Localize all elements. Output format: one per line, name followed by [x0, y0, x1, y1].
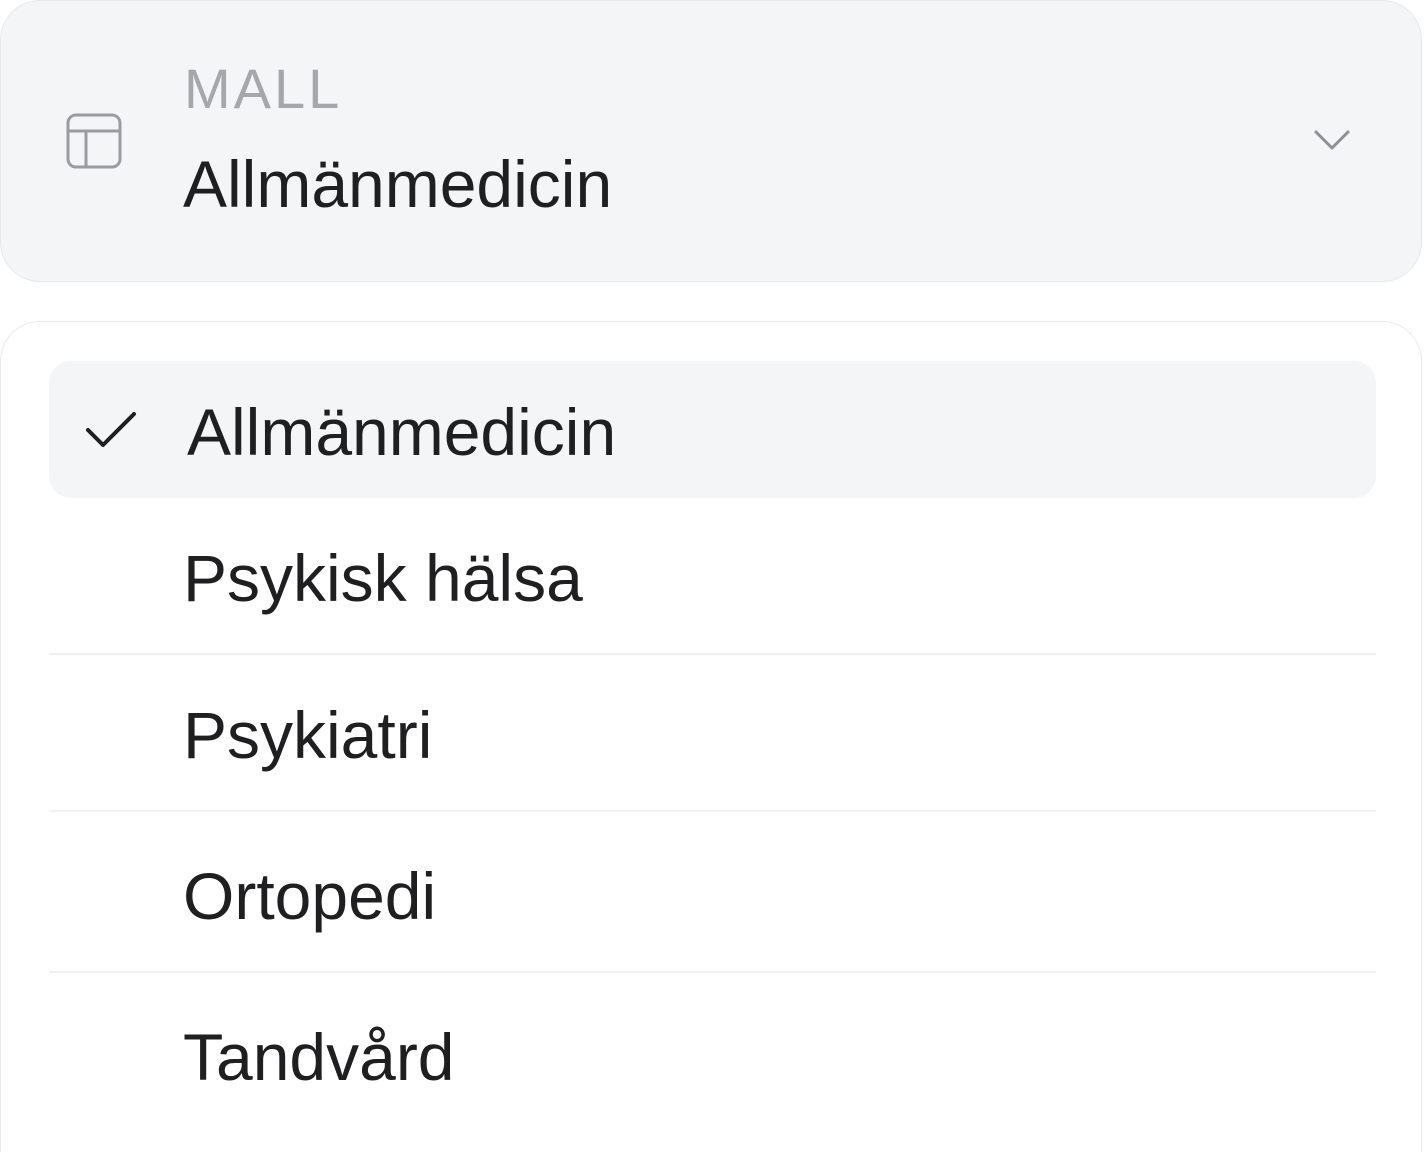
option-label: Psykisk hälsa	[183, 541, 583, 615]
template-select-trigger[interactable]: MALL Allmänmedicin	[0, 0, 1422, 282]
option-tandvard[interactable]: Tandvård	[49, 973, 1376, 1133]
template-icon	[65, 112, 123, 170]
options-menu: Allmänmedicin Psykisk hälsa Psykiatri Or…	[0, 321, 1422, 1152]
select-label: MALL	[184, 57, 343, 120]
select-current-value: Allmänmedicin	[183, 147, 613, 221]
option-ortopedi[interactable]: Ortopedi	[49, 812, 1376, 973]
option-label: Ortopedi	[183, 859, 437, 933]
check-icon	[85, 410, 137, 450]
option-label: Psykiatri	[183, 698, 433, 772]
option-psykiatri[interactable]: Psykiatri	[49, 655, 1376, 812]
option-label: Allmänmedicin	[187, 395, 617, 469]
option-psykisk-halsa[interactable]: Psykisk hälsa	[49, 498, 1376, 655]
chevron-down-icon[interactable]	[1313, 127, 1351, 153]
option-label: Tandvård	[183, 1020, 455, 1094]
option-allmanmedicin[interactable]: Allmänmedicin	[49, 361, 1376, 498]
